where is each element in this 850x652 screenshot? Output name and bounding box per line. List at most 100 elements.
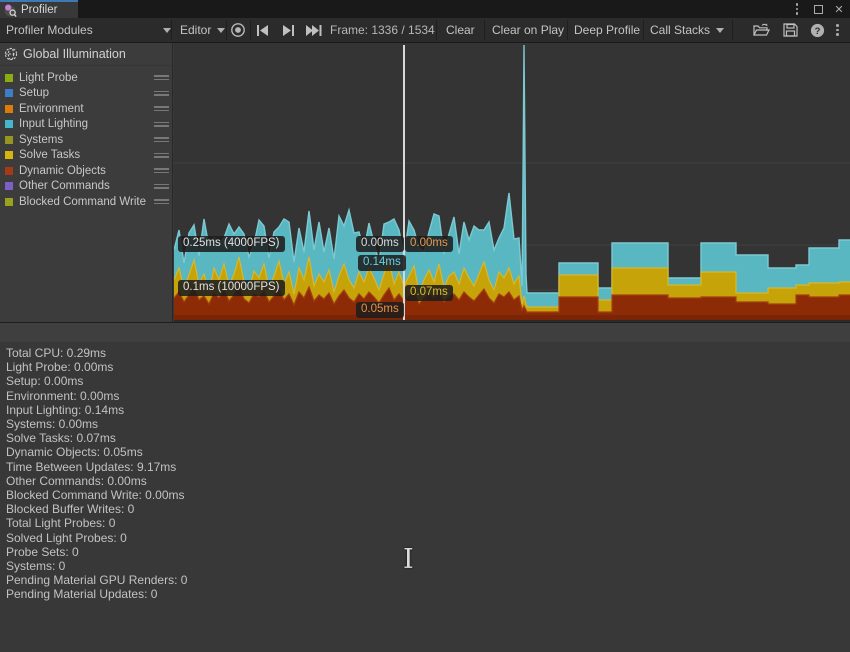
profiler-window: Profiler ✕ Profiler Modules Editor: [0, 0, 850, 652]
drag-handle-icon[interactable]: [154, 182, 169, 191]
series-color-swatch: [5, 198, 13, 206]
stat-line: Blocked Buffer Writes: 0: [6, 502, 850, 516]
clear-button[interactable]: Clear: [446, 18, 475, 42]
deep-profile-button[interactable]: Deep Profile: [574, 18, 640, 42]
legend-item-solve-tasks[interactable]: Solve Tasks: [0, 148, 172, 164]
drag-handle-icon[interactable]: [154, 89, 169, 98]
toolbar-more-button[interactable]: [836, 18, 839, 42]
stat-line: Setup: 0.00ms: [6, 374, 850, 388]
text-cursor: I: [403, 544, 414, 575]
frame-value-label: 0.00ms: [405, 236, 453, 252]
load-folder-icon: [753, 23, 770, 37]
stat-line: Probe Sets: 0: [6, 545, 850, 559]
legend-item-input-lighting[interactable]: Input Lighting: [0, 117, 172, 133]
editor-target-dropdown[interactable]: Editor: [180, 18, 225, 42]
drag-handle-icon[interactable]: [154, 166, 169, 175]
module-sidebar: Global Illumination Light ProbeSetup Envi…: [0, 43, 173, 322]
stat-line: Time Between Updates: 9.17ms: [6, 460, 850, 474]
details-pane: Total CPU: 0.29msLight Probe: 0.00msSetu…: [0, 322, 850, 652]
first-frame-button[interactable]: [256, 18, 270, 42]
save-floppy-icon: [783, 23, 798, 37]
frame-value-label: 0.14ms: [358, 255, 406, 271]
window-close-icon[interactable]: ✕: [832, 2, 846, 16]
legend-item-light-probe[interactable]: Light Probe: [0, 70, 172, 86]
module-header[interactable]: Global Illumination: [0, 43, 172, 66]
help-button[interactable]: ?: [810, 18, 825, 42]
legend-item-setup[interactable]: Setup: [0, 86, 172, 102]
drag-handle-icon[interactable]: [154, 135, 169, 144]
module-title: Global Illumination: [23, 47, 126, 61]
record-button[interactable]: [230, 18, 246, 42]
tab-title: Profiler: [21, 4, 57, 16]
stat-line: Systems: 0: [6, 559, 850, 573]
frame-value-label: 0.07ms: [405, 285, 453, 301]
chart-legend: Light ProbeSetup Environment Input Lightin…: [0, 66, 172, 210]
cpu-usage-chart[interactable]: 0.25ms (4000FPS)0.1ms (10000FPS)0.00ms0.…: [174, 43, 850, 322]
stat-line: Environment: 0.00ms: [6, 389, 850, 403]
stat-line: Systems: 0.00ms: [6, 417, 850, 431]
series-color-swatch: [5, 120, 13, 128]
skip-forward-icon: [305, 25, 322, 36]
profiler-tab-icon: [4, 4, 17, 17]
legend-label: Other Commands: [19, 180, 154, 192]
frame-stats: Total CPU: 0.29msLight Probe: 0.00msSetu…: [0, 342, 850, 602]
chevron-down-icon: [163, 28, 171, 33]
series-color-swatch: [5, 182, 13, 190]
drag-handle-icon[interactable]: [154, 104, 169, 113]
stat-line: Pending Material GPU Renders: 0: [6, 573, 850, 587]
series-color-swatch: [5, 151, 13, 159]
record-icon: [230, 22, 246, 38]
series-color-swatch: [5, 105, 13, 113]
drag-handle-icon[interactable]: [154, 197, 169, 206]
svg-text:?: ?: [815, 26, 821, 37]
legend-item-systems[interactable]: Systems: [0, 132, 172, 148]
chevron-down-icon: [217, 28, 225, 33]
frame-counter: Frame: 1336 / 1534: [330, 18, 435, 42]
stat-line: Other Commands: 0.00ms: [6, 474, 850, 488]
clear-on-play-button[interactable]: Clear on Play: [492, 18, 564, 42]
series-color-swatch: [5, 89, 13, 97]
legend-item-blocked-command-write[interactable]: Blocked Command Write: [0, 194, 172, 210]
details-toolbar-strip: [0, 323, 850, 342]
stat-line: Input Lighting: 0.14ms: [6, 403, 850, 417]
series-base-strip: [174, 315, 850, 320]
load-profile-button[interactable]: [753, 18, 770, 42]
series-color-swatch: [5, 167, 13, 175]
stat-line: Total Light Probes: 0: [6, 516, 850, 530]
next-frame-button[interactable]: [281, 18, 295, 42]
legend-label: Environment: [19, 103, 154, 115]
legend-label: Blocked Command Write: [19, 196, 154, 208]
drag-handle-icon[interactable]: [154, 73, 169, 82]
help-icon: ?: [810, 23, 825, 38]
save-profile-button[interactable]: [783, 18, 798, 42]
legend-label: Input Lighting: [19, 118, 154, 130]
axis-scale-label: 0.1ms (10000FPS): [178, 280, 285, 296]
current-frame-button[interactable]: [305, 18, 322, 42]
series-color-swatch: [5, 74, 13, 82]
legend-item-dynamic-objects[interactable]: Dynamic Objects: [0, 163, 172, 179]
window-maximize-icon[interactable]: [811, 2, 825, 16]
legend-item-other-commands[interactable]: Other Commands: [0, 179, 172, 195]
legend-label: Dynamic Objects: [19, 165, 154, 177]
drag-handle-icon[interactable]: [154, 151, 169, 160]
call-stacks-dropdown[interactable]: Call Stacks: [650, 18, 724, 42]
stat-line: Solve Tasks: 0.07ms: [6, 431, 850, 445]
chevron-down-icon: [716, 28, 724, 33]
global-illumination-icon: [4, 47, 18, 61]
drag-handle-icon[interactable]: [154, 120, 169, 129]
stat-line: Dynamic Objects: 0.05ms: [6, 445, 850, 459]
profiler-modules-dropdown[interactable]: Profiler Modules: [6, 18, 93, 42]
window-menu-icon[interactable]: [790, 2, 804, 16]
title-bar: Profiler ✕: [0, 0, 850, 18]
legend-label: Setup: [19, 87, 154, 99]
skip-back-icon: [256, 25, 270, 36]
legend-item-environment[interactable]: Environment: [0, 101, 172, 117]
profiler-toolbar: Profiler Modules Editor: [0, 18, 850, 43]
legend-label: Systems: [19, 134, 154, 146]
stat-line: Blocked Command Write: 0.00ms: [6, 488, 850, 502]
stat-line: Pending Material Updates: 0: [6, 587, 850, 601]
stat-line: Solved Light Probes: 0: [6, 531, 850, 545]
tab-profiler[interactable]: Profiler: [0, 0, 78, 18]
series-color-swatch: [5, 136, 13, 144]
frame-value-label: 0.05ms: [356, 302, 404, 318]
